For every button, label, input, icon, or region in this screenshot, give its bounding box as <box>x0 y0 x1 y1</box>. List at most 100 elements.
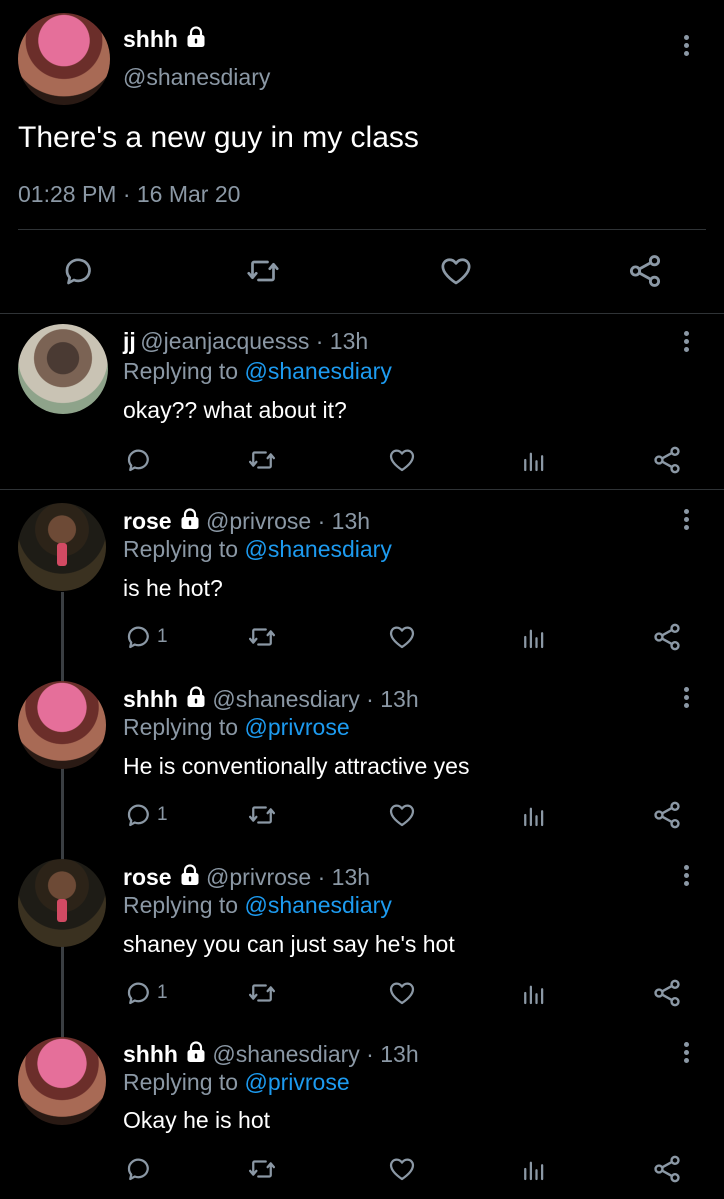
avatar[interactable] <box>18 1037 106 1125</box>
tweet-text: is he hot? <box>123 575 223 601</box>
retweet-icon[interactable] <box>247 800 277 830</box>
display-name[interactable]: shhh <box>123 1041 178 1067</box>
lock-icon <box>184 685 208 709</box>
mention-link[interactable]: @shanesdiary <box>244 358 391 384</box>
reply-count: 1 <box>157 982 168 1003</box>
tweet-text: shaney you can just say he's hot <box>123 931 455 957</box>
replying-prefix: Replying to <box>123 536 245 562</box>
author-line: rose @privrose · 13h <box>123 507 370 535</box>
username[interactable]: @shanesdiary <box>212 1041 359 1067</box>
separator: · <box>309 328 330 354</box>
avatar[interactable] <box>18 859 106 947</box>
mention-link[interactable]: @privrose <box>244 714 349 740</box>
avatar[interactable] <box>18 324 108 414</box>
username[interactable]: @privrose <box>206 864 311 890</box>
retweet-icon[interactable] <box>247 445 277 475</box>
analytics-icon[interactable] <box>519 445 549 475</box>
author-line: shhh @shanesdiary · 13h <box>123 685 419 713</box>
reply-time: 13h <box>380 1041 419 1067</box>
reply-icon[interactable] <box>124 1154 154 1184</box>
mention-link[interactable]: @shanesdiary <box>244 892 391 918</box>
share-icon[interactable] <box>651 444 683 476</box>
author-line: shhh @shanesdiary · 13h <box>123 1040 419 1068</box>
lock-icon <box>178 507 202 531</box>
tweet-text: okay?? what about it? <box>123 397 347 423</box>
reply-count: 1 <box>157 804 168 825</box>
reply-time: 13h <box>380 686 419 712</box>
replying-prefix: Replying to <box>123 714 245 740</box>
replying-prefix: Replying to <box>123 1069 245 1095</box>
retweet-icon[interactable] <box>245 253 281 289</box>
heart-icon[interactable] <box>387 445 417 475</box>
username[interactable]: @privrose <box>206 508 311 534</box>
retweet-icon[interactable] <box>247 622 277 652</box>
lock-icon <box>184 1040 208 1064</box>
display-name[interactable]: rose <box>123 508 172 534</box>
reply-icon[interactable] <box>61 253 97 289</box>
share-icon[interactable] <box>651 977 683 1009</box>
tweet-text: Okay he is hot <box>123 1107 271 1133</box>
username[interactable]: @jeanjacquesss <box>140 328 309 354</box>
replying-to: Replying to @privrose <box>123 714 350 741</box>
separator: · <box>311 864 332 890</box>
share-icon[interactable] <box>626 252 664 290</box>
analytics-icon[interactable] <box>519 978 549 1008</box>
divider <box>0 313 724 314</box>
separator: · <box>311 508 332 534</box>
reply-time: 13h <box>331 864 371 890</box>
display-name[interactable]: shhh <box>123 686 178 712</box>
author-line: shhh <box>123 25 208 53</box>
heart-icon[interactable] <box>438 253 474 289</box>
mention-link[interactable]: @privrose <box>244 1069 349 1095</box>
reply-time: 13h <box>331 508 371 534</box>
more-vertical-icon[interactable] <box>684 509 690 533</box>
username[interactable]: @shanesdiary <box>123 64 270 91</box>
replying-to: Replying to @shanesdiary <box>123 892 392 919</box>
author-line: jj @jeanjacquesss · 13h <box>123 328 368 355</box>
author-line: rose @privrose · 13h <box>123 863 370 891</box>
heart-icon[interactable] <box>387 978 417 1008</box>
username[interactable]: @shanesdiary <box>212 686 359 712</box>
display-name[interactable]: jj <box>123 328 136 354</box>
separator: · <box>359 1041 381 1067</box>
reply-icon[interactable] <box>124 622 154 652</box>
reply-time: 13h <box>329 328 369 354</box>
share-icon[interactable] <box>651 1153 683 1185</box>
divider <box>18 229 706 230</box>
reply-icon[interactable] <box>124 445 154 475</box>
mention-link[interactable]: @shanesdiary <box>244 536 391 562</box>
tweet-text: There's a new guy in my class <box>18 121 419 154</box>
heart-icon[interactable] <box>387 800 417 830</box>
more-vertical-icon[interactable] <box>684 687 690 711</box>
avatar[interactable] <box>18 681 106 769</box>
share-icon[interactable] <box>651 799 683 831</box>
replying-prefix: Replying to <box>123 358 245 384</box>
analytics-icon[interactable] <box>519 800 549 830</box>
retweet-icon[interactable] <box>247 978 277 1008</box>
replying-to: Replying to @shanesdiary <box>123 358 392 385</box>
more-vertical-icon[interactable] <box>684 35 690 59</box>
reply-icon[interactable] <box>124 800 154 830</box>
heart-icon[interactable] <box>387 1154 417 1184</box>
replying-to: Replying to @privrose <box>123 1069 350 1096</box>
more-vertical-icon[interactable] <box>684 331 690 355</box>
reply-icon[interactable] <box>124 978 154 1008</box>
more-vertical-icon[interactable] <box>684 865 690 889</box>
lock-icon <box>184 25 208 49</box>
lock-icon <box>178 863 202 887</box>
more-vertical-icon[interactable] <box>684 1042 690 1066</box>
replying-to: Replying to @shanesdiary <box>123 536 392 563</box>
retweet-icon[interactable] <box>247 1154 277 1184</box>
analytics-icon[interactable] <box>519 622 549 652</box>
reply-count: 1 <box>157 626 168 647</box>
heart-icon[interactable] <box>387 622 417 652</box>
separator: · <box>359 686 381 712</box>
share-icon[interactable] <box>651 621 683 653</box>
divider <box>0 489 724 490</box>
avatar[interactable] <box>18 13 110 105</box>
avatar[interactable] <box>18 503 106 591</box>
display-name[interactable]: shhh <box>123 26 178 52</box>
analytics-icon[interactable] <box>519 1154 549 1184</box>
display-name[interactable]: rose <box>123 864 172 890</box>
replying-prefix: Replying to <box>123 892 245 918</box>
